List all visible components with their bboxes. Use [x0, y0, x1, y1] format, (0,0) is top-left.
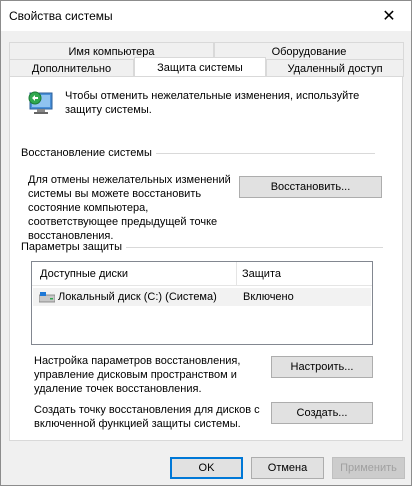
configure-button-label: Настроить... [290, 361, 354, 373]
window-title: Свойства системы [9, 9, 113, 23]
close-icon[interactable]: ✕ [367, 1, 411, 31]
tab-remote[interactable]: Удаленный доступ [266, 59, 404, 77]
tab-label: Имя компьютера [68, 45, 155, 58]
apply-button: Применить [332, 457, 405, 479]
create-description: Создать точку восстановления для дисков … [34, 404, 260, 430]
column-separator [236, 262, 237, 286]
tab-label: Оборудование [271, 45, 347, 58]
cancel-button-label: Отмена [267, 462, 308, 474]
configure-button[interactable]: Настроить... [271, 356, 373, 378]
restore-button-label: Восстановить... [270, 181, 351, 193]
restore-description: Для отмены нежелательных изменений систе… [28, 174, 231, 242]
configure-description: Настройка параметров восстановления, упр… [34, 355, 241, 395]
create-button-label: Создать... [296, 407, 348, 419]
apply-button-label: Применить [340, 462, 397, 474]
drives-list[interactable]: Доступные диски Защита Локальный диск (C… [31, 261, 373, 345]
tab-label: Дополнительно [31, 62, 112, 75]
tab-advanced[interactable]: Дополнительно [9, 59, 134, 77]
drive-row[interactable]: Локальный диск (C:) (Система) Включено [33, 288, 371, 306]
ok-button-label: OK [198, 462, 215, 474]
column-protection[interactable]: Защита [242, 268, 281, 280]
system-properties-window: Свойства системы ✕ Имя компьютера Оборуд… [0, 0, 412, 486]
intro-text: Чтобы отменить нежелательные изменения, … [65, 90, 360, 116]
ok-button[interactable]: OK [170, 457, 243, 479]
list-header: Доступные диски Защита [32, 262, 372, 286]
drive-icon [39, 292, 55, 303]
title-bar: Свойства системы ✕ [1, 1, 411, 31]
tab-label: Защита системы [157, 61, 243, 74]
system-protection-icon [28, 91, 53, 114]
create-button[interactable]: Создать... [271, 402, 373, 424]
drive-protection-status: Включено [243, 291, 294, 303]
restore-group-label: Восстановление системы [21, 147, 156, 159]
restore-button[interactable]: Восстановить... [239, 176, 382, 198]
tab-system-protection[interactable]: Защита системы [134, 57, 266, 77]
column-drives[interactable]: Доступные диски [40, 268, 128, 280]
protection-group-label: Параметры защиты [21, 241, 126, 253]
cancel-button[interactable]: Отмена [251, 457, 324, 479]
drive-name: Локальный диск (C:) (Система) [58, 291, 217, 303]
tab-label: Удаленный доступ [287, 62, 383, 75]
